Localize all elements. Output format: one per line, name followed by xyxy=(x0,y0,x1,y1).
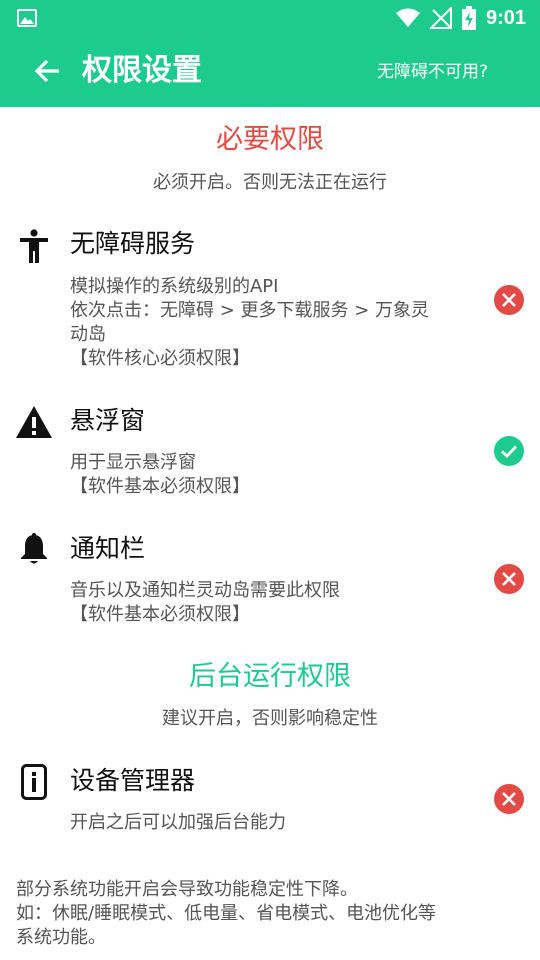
close-icon xyxy=(502,572,516,586)
required-section-subtitle: 必须开启。否则无法正在运行 xyxy=(153,172,387,193)
status-time: 9:01 xyxy=(485,6,526,29)
bell-icon xyxy=(16,531,52,567)
permission-title: 无障碍服务 xyxy=(70,229,196,258)
background-section-title: 后台运行权限 xyxy=(189,661,351,692)
permission-description: 用于显示悬浮窗 【软件基本必须权限】 xyxy=(70,452,250,497)
stability-footnote: 部分系统功能开启会导致功能稳定性下降。 如：休眠/睡眠模式、低电量、省电模式、电… xyxy=(16,879,437,948)
permission-title: 设备管理器 xyxy=(70,766,196,795)
status-enabled[interactable] xyxy=(494,436,524,466)
no-signal-icon xyxy=(429,7,452,29)
gallery-icon xyxy=(17,9,37,27)
permission-description: 音乐以及通知栏灵动岛需要此权限 【软件基本必须权限】 xyxy=(70,580,340,625)
status-bar: 9:01 xyxy=(0,0,540,36)
permission-overlay[interactable]: 悬浮窗 用于显示悬浮窗 【软件基本必须权限】 xyxy=(0,402,540,502)
toolbar: 权限设置 无障碍不可用? xyxy=(0,36,540,107)
arrow-left-icon xyxy=(34,59,59,83)
back-button[interactable] xyxy=(30,56,64,86)
device-info-icon xyxy=(16,764,52,800)
status-disabled[interactable] xyxy=(494,564,524,594)
permission-title: 悬浮窗 xyxy=(70,406,146,435)
battery-charging-icon xyxy=(461,6,476,30)
permission-title: 通知栏 xyxy=(70,534,146,563)
check-icon xyxy=(501,445,517,458)
warning-icon xyxy=(16,404,52,440)
status-disabled[interactable] xyxy=(494,784,524,814)
app-header: 9:01 权限设置 无障碍不可用? xyxy=(0,0,540,107)
permission-device-admin[interactable]: 设备管理器 开启之后可以加强后台能力 xyxy=(0,762,540,842)
accessibility-unavailable-link[interactable]: 无障碍不可用? xyxy=(377,61,488,83)
permission-notification[interactable]: 通知栏 音乐以及通知栏灵动岛需要此权限 【软件基本必须权限】 xyxy=(0,531,540,631)
close-icon xyxy=(502,792,516,806)
required-section-title: 必要权限 xyxy=(216,124,324,155)
page-title: 权限设置 xyxy=(82,53,202,88)
permission-accessibility[interactable]: 无障碍服务 模拟操作的系统级别的API 依次点击：无障碍 > 更多下载服务 > … xyxy=(0,226,540,376)
accessibility-icon xyxy=(16,228,52,264)
background-section-subtitle: 建议开启，否则影响稳定性 xyxy=(162,708,378,729)
wifi-icon xyxy=(395,8,420,27)
close-icon xyxy=(502,293,516,307)
permission-description: 开启之后可以加强后台能力 xyxy=(70,812,286,833)
status-icons: 9:01 xyxy=(395,6,526,30)
status-disabled[interactable] xyxy=(494,285,524,315)
permission-description: 模拟操作的系统级别的API 依次点击：无障碍 > 更多下载服务 > 万象灵 动岛… xyxy=(70,276,430,369)
